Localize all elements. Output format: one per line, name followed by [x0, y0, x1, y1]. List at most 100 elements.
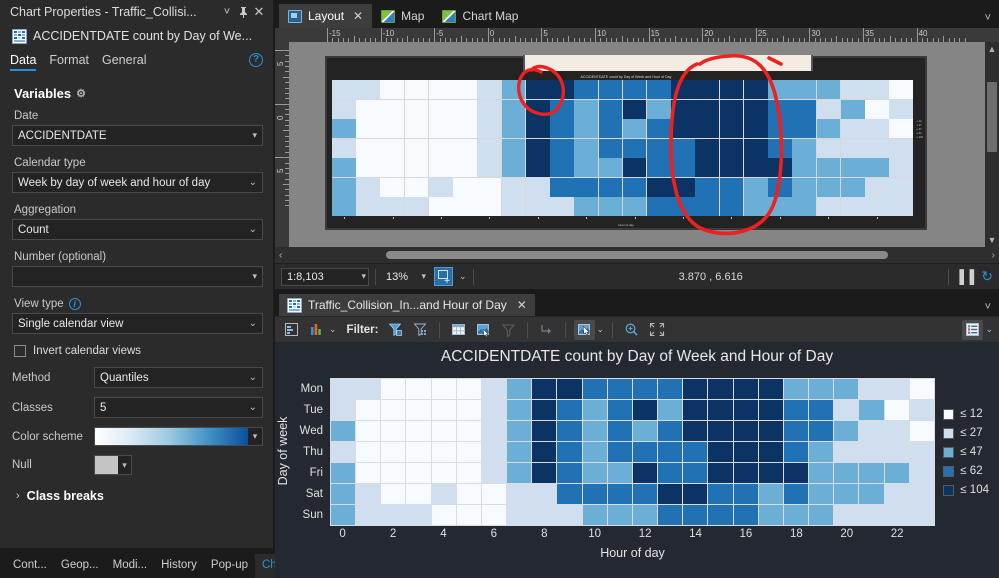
help-icon[interactable]: ? — [249, 53, 263, 67]
heatmap-cell[interactable] — [884, 484, 909, 504]
heatmap-cell[interactable] — [381, 379, 406, 399]
mini-heatmap-cell[interactable] — [743, 197, 768, 216]
chart-type-icon[interactable] — [306, 320, 327, 340]
heatmap-cell[interactable] — [532, 463, 557, 483]
mini-heatmap-cell[interactable] — [453, 119, 477, 138]
heatmap-cell[interactable] — [431, 379, 456, 399]
mini-heatmap-cell[interactable] — [792, 119, 817, 138]
mini-heatmap-cell[interactable] — [792, 99, 817, 119]
heatmap-cell[interactable] — [758, 484, 783, 504]
mini-heatmap-cell[interactable] — [501, 80, 526, 99]
heatmap-cell[interactable] — [859, 505, 884, 525]
heatmap-cell[interactable] — [809, 421, 834, 441]
heatmap-cell[interactable] — [708, 400, 733, 420]
heatmap-cell[interactable] — [481, 463, 507, 483]
tab-data[interactable]: Data — [10, 53, 37, 71]
mini-heatmap-cell[interactable] — [477, 119, 502, 138]
mini-heatmap-cell[interactable] — [768, 119, 792, 138]
mini-heatmap-cell[interactable] — [840, 197, 865, 216]
heatmap-cell[interactable] — [356, 463, 381, 483]
mini-heatmap-cell[interactable] — [380, 197, 405, 216]
mini-heatmap-cell[interactable] — [743, 119, 768, 138]
mini-heatmap-cell[interactable] — [428, 119, 453, 138]
mini-heatmap-cell[interactable] — [840, 138, 865, 158]
mini-heatmap-cell[interactable] — [816, 158, 841, 177]
mini-heatmap-cell[interactable] — [428, 99, 453, 119]
mini-heatmap-cell[interactable] — [840, 80, 865, 99]
heatmap-cell[interactable] — [456, 463, 481, 483]
zoom-in-icon[interactable] — [621, 320, 642, 340]
heatmap-plot[interactable] — [330, 378, 935, 526]
heatmap-cell[interactable] — [733, 421, 758, 441]
heatmap-cell[interactable] — [834, 442, 859, 462]
scrollbar-track[interactable] — [288, 251, 985, 259]
scroll-left-icon[interactable]: ‹ — [279, 250, 282, 261]
mini-heatmap-cell[interactable] — [404, 138, 429, 158]
mini-heatmap-cell[interactable] — [428, 158, 453, 177]
dock-tab-popup[interactable]: Pop-up — [204, 554, 255, 578]
heatmap-cell[interactable] — [783, 463, 809, 483]
mini-heatmap-cell[interactable] — [404, 99, 429, 119]
class-breaks-expander[interactable]: › Class breaks — [16, 489, 263, 503]
view-tab-layout[interactable]: Layout ✕ — [279, 4, 373, 28]
mini-heatmap-cell[interactable] — [453, 177, 477, 197]
mini-heatmap-cell[interactable] — [477, 80, 502, 99]
mini-heatmap-cell[interactable] — [525, 119, 550, 138]
view-tab-chart-map[interactable]: Chart Map — [433, 4, 527, 28]
mini-heatmap-cell[interactable] — [332, 80, 356, 99]
mini-heatmap-cell[interactable] — [889, 138, 913, 158]
close-icon[interactable]: ✕ — [353, 9, 363, 23]
mini-heatmap-cell[interactable] — [453, 80, 477, 99]
mini-heatmap-cell[interactable] — [332, 158, 356, 177]
mini-heatmap-cell[interactable] — [719, 158, 744, 177]
open-table-icon[interactable] — [448, 320, 469, 340]
heatmap-cell[interactable] — [557, 505, 582, 525]
mini-heatmap-cell[interactable] — [477, 158, 502, 177]
mini-heatmap-cell[interactable] — [816, 99, 841, 119]
horizontal-ruler[interactable]: -15 -10 -5 0 5 10 15 20 25 30 35 40 — [275, 28, 999, 42]
mini-heatmap-cell[interactable] — [719, 119, 744, 138]
heatmap-cell[interactable] — [909, 484, 934, 504]
heatmap-cell[interactable] — [809, 442, 834, 462]
mini-heatmap-cell[interactable] — [865, 158, 889, 177]
mini-heatmap-cell[interactable] — [840, 177, 865, 197]
zoom-select[interactable]: 13% ▾ — [382, 267, 428, 286]
heatmap-cell[interactable] — [431, 463, 456, 483]
mini-heatmap-cell[interactable] — [622, 99, 647, 119]
heatmap-cell[interactable] — [658, 484, 683, 504]
mini-heatmap-cell[interactable] — [477, 99, 502, 119]
filter-selection-icon[interactable] — [385, 320, 406, 340]
mini-heatmap-cell[interactable] — [356, 197, 380, 216]
mini-heatmap-cell[interactable] — [501, 119, 526, 138]
mini-heatmap-cell[interactable] — [550, 80, 574, 99]
dock-tab-modify[interactable]: Modi... — [106, 554, 155, 578]
heatmap-cell[interactable] — [632, 442, 658, 462]
heatmap-cell[interactable] — [708, 505, 733, 525]
mini-heatmap-cell[interactable] — [671, 99, 695, 119]
mini-heatmap-cell[interactable] — [550, 119, 574, 138]
heatmap-cell[interactable] — [909, 505, 934, 525]
mini-heatmap-cell[interactable] — [404, 177, 429, 197]
heatmap-cell[interactable] — [834, 400, 859, 420]
heatmap-cell[interactable] — [381, 400, 406, 420]
mini-heatmap-cell[interactable] — [671, 197, 695, 216]
mini-heatmap-cell[interactable] — [768, 99, 792, 119]
mini-heatmap-cell[interactable] — [574, 138, 599, 158]
mini-heatmap-cell[interactable] — [356, 177, 380, 197]
mini-heatmap-cell[interactable] — [768, 138, 792, 158]
heatmap-cell[interactable] — [859, 379, 884, 399]
invert-calendar-views-checkbox[interactable]: Invert calendar views — [14, 345, 263, 357]
mini-heatmap-cell[interactable] — [816, 197, 841, 216]
layout-page[interactable]: ACCIDENTDATE count by Day of Week and Ho… — [325, 55, 927, 230]
heatmap-cell[interactable] — [456, 421, 481, 441]
heatmap-cell[interactable] — [507, 379, 532, 399]
mini-heatmap-cell[interactable] — [622, 197, 647, 216]
mini-heatmap-cell[interactable] — [695, 138, 720, 158]
layout-horizontal-scrollbar[interactable]: ‹ › — [275, 247, 999, 263]
heatmap-cell[interactable] — [758, 463, 783, 483]
mini-heatmap-cell[interactable] — [356, 119, 380, 138]
heatmap-cell[interactable] — [783, 400, 809, 420]
number-select[interactable]: ▾ — [12, 266, 263, 287]
mini-heatmap-cell[interactable] — [792, 80, 817, 99]
mini-heatmap-cell[interactable] — [646, 138, 671, 158]
